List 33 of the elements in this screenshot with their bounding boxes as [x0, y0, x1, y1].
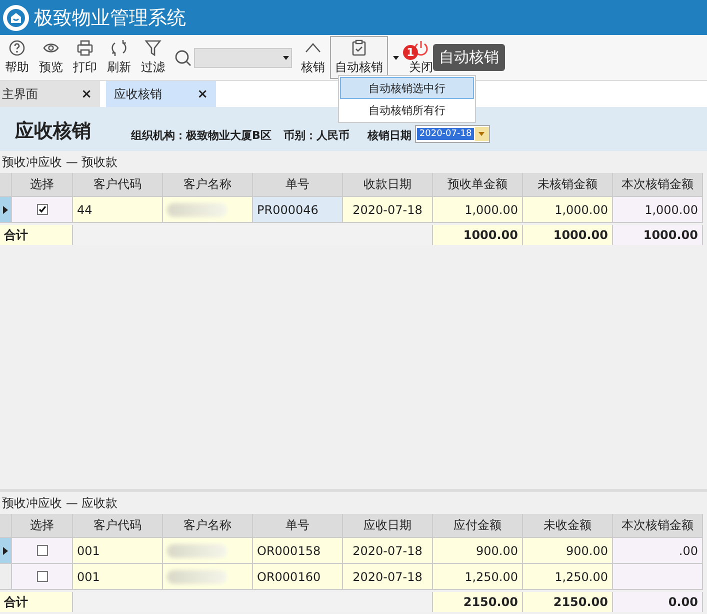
- total-value: 1000.00: [523, 225, 613, 245]
- total-value: 1000.00: [433, 225, 523, 245]
- table-cell: 1,250.00: [523, 564, 613, 590]
- table-cell: PR000046: [253, 197, 343, 223]
- total-value: 2150.00: [433, 592, 523, 612]
- window-title: 极致物业管理系统: [34, 6, 186, 30]
- table-cell: 1,000.00: [613, 197, 703, 223]
- table-cell: 900.00: [433, 538, 523, 564]
- table-cell: 001: [73, 538, 163, 564]
- table-cell: 1,000.00: [433, 197, 523, 223]
- table-cell: 2020-07-18: [343, 197, 433, 223]
- currency-label: 币别：人民币: [283, 129, 350, 143]
- table-cell: .00: [613, 538, 703, 564]
- table-cell: 001: [73, 564, 163, 590]
- total-value: 2150.00: [523, 592, 613, 612]
- table-cell: 2020-07-18: [343, 538, 433, 564]
- table-cell: OR000158: [253, 538, 343, 564]
- section-caption: 预收冲应收 — 应收款: [1, 495, 119, 512]
- table-cell: 1,000.00: [523, 197, 613, 223]
- section-caption: 预收冲应收 — 预收款: [1, 154, 119, 171]
- total-value: 1000.00: [613, 225, 703, 245]
- table-cell: OR000160: [253, 564, 343, 590]
- total-label: 合计: [0, 592, 73, 612]
- date-label: 核销日期: [367, 129, 412, 143]
- tooltip: 自动核销: [433, 44, 505, 71]
- table-cell: 44: [73, 197, 163, 223]
- table-cell: 1,250.00: [433, 564, 523, 590]
- total-value: 0.00: [613, 592, 703, 612]
- total-label: 合计: [0, 225, 73, 245]
- table-cell: 900.00: [523, 538, 613, 564]
- table-cell: 2020-07-18: [343, 564, 433, 590]
- org-label: 组织机构：极致物业大厦B区: [131, 129, 272, 143]
- page-title: 应收核销: [15, 119, 91, 143]
